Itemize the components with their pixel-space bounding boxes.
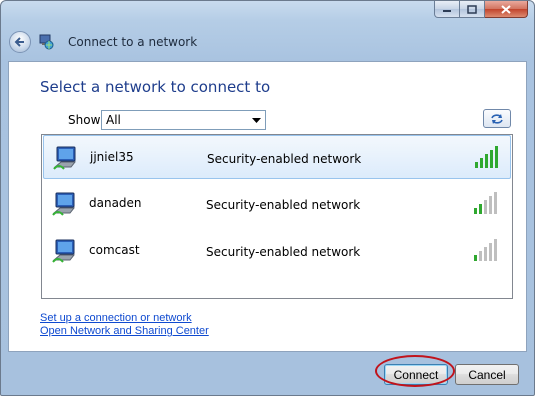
caption-buttons <box>434 1 528 19</box>
close-icon <box>501 4 511 14</box>
wireless-computer-icon <box>53 146 77 170</box>
cancel-button[interactable]: Cancel <box>455 364 519 385</box>
network-list[interactable]: jjniel35 Security-enabled network danade… <box>41 134 513 299</box>
link-group: Set up a connection or network Open Netw… <box>40 312 209 338</box>
minimize-button[interactable] <box>434 1 460 18</box>
refresh-arrows-icon <box>491 113 503 124</box>
show-filter-dropdown[interactable]: All <box>101 110 266 130</box>
network-sharing-center-link[interactable]: Open Network and Sharing Center <box>40 325 209 338</box>
network-name: danaden <box>89 196 142 210</box>
network-name: comcast <box>89 243 140 257</box>
signal-strength-icon <box>475 146 498 168</box>
connect-highlight-ring <box>375 355 455 387</box>
signal-strength-icon <box>474 192 497 214</box>
wireless-computer-icon <box>52 239 76 263</box>
signal-strength-icon <box>474 239 497 261</box>
network-row-danaden[interactable]: danaden Security-enabled network <box>43 182 511 226</box>
wireless-computer-icon <box>52 192 76 216</box>
network-row-jjniel35[interactable]: jjniel35 Security-enabled network <box>43 135 511 179</box>
window-title: Connect to a network <box>68 35 198 49</box>
maximize-icon <box>467 4 477 14</box>
close-button[interactable] <box>485 1 528 18</box>
refresh-button[interactable] <box>483 109 511 128</box>
setup-connection-link[interactable]: Set up a connection or network <box>40 312 209 325</box>
network-security: Security-enabled network <box>206 245 361 259</box>
network-name: jjniel35 <box>90 150 134 164</box>
content-panel: Select a network to connect to Show All <box>8 61 527 352</box>
network-globe-icon <box>39 34 54 50</box>
show-label: Show <box>68 113 101 127</box>
page-heading: Select a network to connect to <box>40 78 271 96</box>
minimize-icon <box>443 10 451 12</box>
network-security: Security-enabled network <box>207 152 362 166</box>
chevron-down-icon <box>248 111 265 129</box>
maximize-button[interactable] <box>460 1 485 18</box>
back-button[interactable] <box>9 31 31 53</box>
network-security: Security-enabled network <box>206 198 361 212</box>
network-row-comcast[interactable]: comcast Security-enabled network <box>43 229 511 273</box>
back-arrow-icon <box>14 37 24 47</box>
dialog-window: Connect to a network Select a network to… <box>0 0 535 396</box>
show-filter-value: All <box>106 113 121 127</box>
